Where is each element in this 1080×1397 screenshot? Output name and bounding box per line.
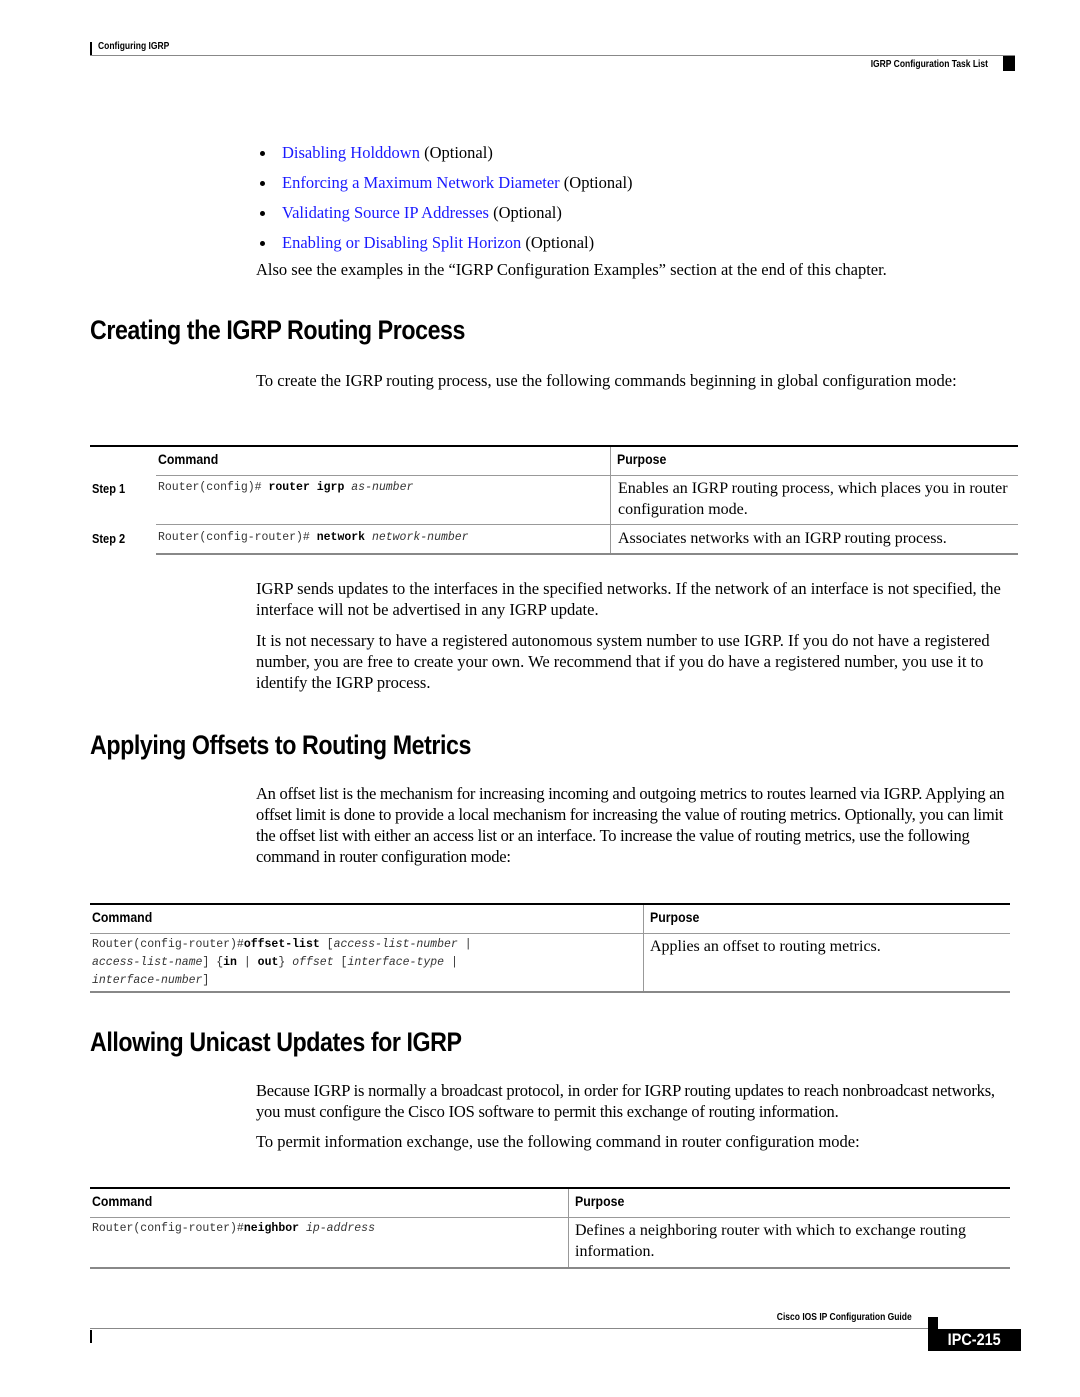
header-rule bbox=[90, 55, 1015, 56]
header-marker-block bbox=[1003, 56, 1015, 71]
table-bottom-rule bbox=[90, 1267, 1010, 1269]
cli-keyword: out bbox=[257, 956, 279, 969]
command-network: Router(config-router)# network network-n… bbox=[158, 529, 469, 547]
task-list: Disabling Holddown (Optional) Enforcing … bbox=[258, 138, 633, 258]
column-header-purpose: Purpose bbox=[650, 909, 700, 925]
table-bottom-rule bbox=[90, 991, 1010, 993]
optional-label: (Optional) bbox=[559, 173, 633, 192]
cli-prompt: Router(config-router)# bbox=[92, 938, 244, 951]
optional-label: (Optional) bbox=[419, 143, 493, 162]
column-divider bbox=[568, 1189, 569, 1269]
cli-argument: access-list-number bbox=[333, 938, 458, 951]
header-rule bbox=[156, 475, 1018, 476]
cli-argument: interface-number bbox=[92, 974, 203, 987]
cli-prompt: Router(config)# bbox=[158, 481, 262, 494]
command-router-igrp: Router(config)# router igrp as-number bbox=[158, 479, 413, 497]
optional-label: (Optional) bbox=[488, 203, 562, 222]
section-title-creating-igrp: Creating the IGRP Routing Process bbox=[90, 315, 466, 345]
table-bottom-rule bbox=[156, 553, 1018, 555]
section-intro: To permit information exchange, use the … bbox=[256, 1132, 860, 1151]
step-label: Step 2 bbox=[92, 531, 126, 546]
cli-prompt: Router(config-router)# bbox=[92, 1222, 244, 1235]
bullet-icon bbox=[260, 150, 265, 156]
cli-prompt: Router(config-router)# bbox=[158, 531, 310, 544]
command-table-offsets: Command Purpose Router(config-router)#of… bbox=[90, 903, 1010, 993]
task-list-item: Enforcing a Maximum Network Diameter (Op… bbox=[258, 168, 633, 198]
link-disabling-holddown[interactable]: Disabling Holddown bbox=[282, 142, 420, 164]
task-list-item: Enabling or Disabling Split Horizon (Opt… bbox=[258, 228, 633, 258]
command-neighbor: Router(config-router)#neighbor ip-addres… bbox=[92, 1220, 375, 1238]
footer-rule bbox=[90, 1328, 928, 1329]
running-header-section: IGRP Configuration Task List bbox=[870, 59, 988, 70]
cli-argument: interface-type bbox=[347, 956, 445, 969]
footer-guide-title: Cisco IOS IP Configuration Guide bbox=[777, 1312, 912, 1323]
optional-label: (Optional) bbox=[521, 233, 595, 252]
cli-keyword: router igrp bbox=[268, 481, 345, 494]
command-offset-list: Router(config-router)#offset-list [acces… bbox=[92, 936, 472, 990]
column-header-command: Command bbox=[92, 909, 153, 925]
link-enforcing-max-network-diameter[interactable]: Enforcing a Maximum Network Diameter bbox=[282, 172, 560, 194]
cli-keyword: offset-list bbox=[243, 938, 320, 951]
purpose-text: Applies an offset to routing metrics. bbox=[650, 938, 881, 955]
command-line: Router(config-router)#offset-list [acces… bbox=[92, 938, 472, 951]
table-top-rule bbox=[90, 903, 1010, 905]
link-split-horizon[interactable]: Enabling or Disabling Split Horizon bbox=[282, 232, 521, 254]
section-title-applying-offsets: Applying Offsets to Routing Metrics bbox=[90, 730, 471, 760]
body-paragraph: It is not necessary to have a registered… bbox=[256, 631, 990, 692]
task-list-item: Disabling Holddown (Optional) bbox=[258, 138, 633, 168]
column-divider bbox=[610, 447, 611, 555]
cli-keyword: neighbor bbox=[243, 1222, 300, 1235]
cli-keyword: network bbox=[316, 531, 366, 544]
page-number-badge: IPC-215 bbox=[928, 1329, 1021, 1351]
cli-argument: offset bbox=[292, 956, 334, 969]
bullet-icon bbox=[260, 180, 265, 186]
table-top-rule bbox=[90, 1187, 1010, 1189]
section-intro: To create the IGRP routing process, use … bbox=[256, 371, 957, 390]
section-intro: Because IGRP is normally a broadcast pro… bbox=[256, 1081, 995, 1121]
running-header-chapter: Configuring IGRP bbox=[98, 41, 170, 52]
cli-argument: access-list-name bbox=[92, 956, 203, 969]
row-rule bbox=[156, 524, 1018, 525]
column-header-purpose: Purpose bbox=[617, 451, 667, 467]
cli-argument: ip-address bbox=[305, 1222, 375, 1235]
examples-note: Also see the examples in the “IGRP Confi… bbox=[256, 260, 887, 279]
bullet-icon bbox=[260, 240, 265, 246]
command-table-neighbor: Command Purpose Router(config-router)#ne… bbox=[90, 1187, 1010, 1269]
task-list-item: Validating Source IP Addresses (Optional… bbox=[258, 198, 633, 228]
purpose-text: Enables an IGRP routing process, which p… bbox=[618, 480, 1008, 518]
header-rule bbox=[90, 933, 1010, 934]
command-table-creating: Command Purpose Step 1 Router(config)# r… bbox=[90, 445, 1018, 555]
header-left-bar bbox=[90, 42, 92, 55]
section-title-unicast-updates: Allowing Unicast Updates for IGRP bbox=[90, 1027, 462, 1057]
column-header-purpose: Purpose bbox=[575, 1193, 625, 1209]
column-header-command: Command bbox=[92, 1193, 153, 1209]
column-header-command: Command bbox=[158, 451, 219, 467]
cli-argument: as-number bbox=[351, 481, 414, 494]
column-divider bbox=[643, 905, 644, 993]
header-rule bbox=[90, 1217, 1010, 1218]
section-intro: An offset list is the mechanism for incr… bbox=[256, 784, 1005, 866]
command-line: interface-number] bbox=[92, 974, 210, 987]
purpose-text: Associates networks with an IGRP routing… bbox=[618, 530, 947, 547]
step-label: Step 1 bbox=[92, 481, 126, 496]
body-paragraph: IGRP sends updates to the interfaces in … bbox=[256, 579, 1001, 619]
cli-argument: network-number bbox=[371, 531, 469, 544]
command-line: access-list-name] {in | out} offset [int… bbox=[92, 956, 458, 969]
purpose-text: Defines a neighboring router with which … bbox=[575, 1222, 966, 1260]
footer-left-bar bbox=[90, 1330, 92, 1343]
link-validating-source-ip[interactable]: Validating Source IP Addresses bbox=[282, 202, 489, 224]
page-number: IPC-215 bbox=[947, 1330, 1002, 1349]
cli-keyword: in bbox=[223, 956, 237, 969]
table-top-rule bbox=[90, 445, 1018, 447]
bullet-icon bbox=[260, 210, 265, 216]
